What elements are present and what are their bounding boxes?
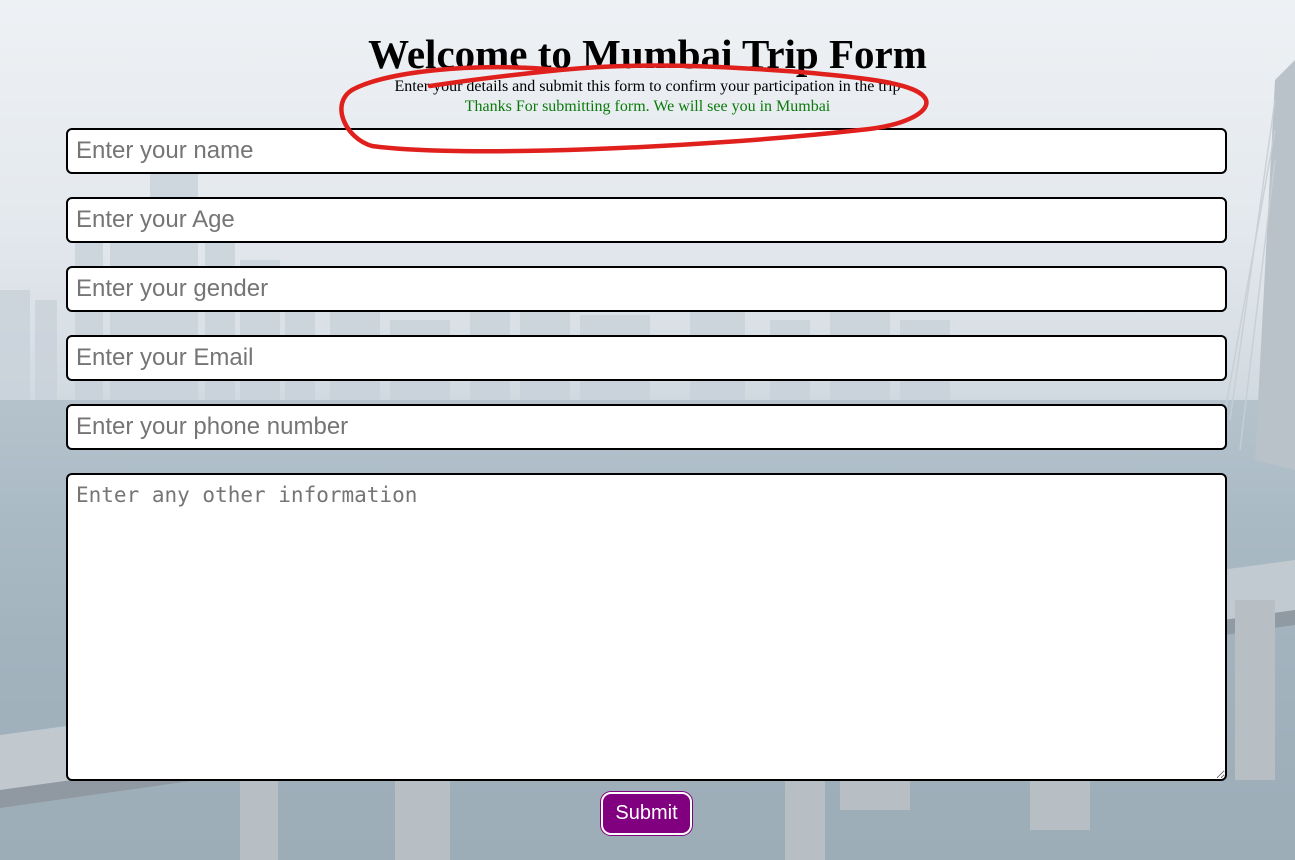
name-input[interactable]	[66, 128, 1227, 174]
phone-input[interactable]	[66, 404, 1227, 450]
submit-button[interactable]: Submit	[601, 792, 692, 835]
page-title: Welcome to Mumbai Trip Form	[368, 31, 927, 77]
email-input[interactable]	[66, 335, 1227, 381]
form-instructions: Enter your details and submit this form …	[394, 78, 901, 95]
gender-input[interactable]	[66, 266, 1227, 312]
success-message: Thanks For submitting form. We will see …	[464, 98, 831, 115]
other-info-textarea[interactable]	[66, 473, 1227, 781]
age-input[interactable]	[66, 197, 1227, 243]
trip-form-page: Welcome to Mumbai Trip Form Enter your d…	[0, 0, 1295, 860]
